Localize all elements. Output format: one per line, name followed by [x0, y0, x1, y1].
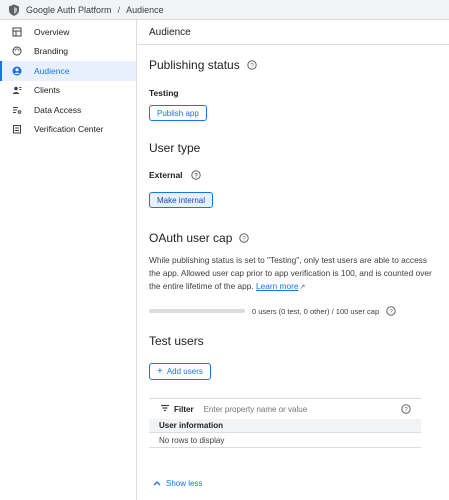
svg-text:?: ?	[404, 406, 408, 413]
help-icon[interactable]: ?	[239, 233, 250, 243]
breadcrumb-separator: /	[117, 4, 121, 15]
publishing-status-title: Publishing status	[149, 58, 240, 72]
test-users-heading: Test users	[149, 334, 204, 348]
user-type-heading: User type	[149, 141, 201, 155]
chevron-up-icon	[153, 481, 161, 486]
show-less-label: Show less	[166, 478, 203, 488]
publish-app-button[interactable]: Publish app	[149, 105, 207, 121]
user-cap-text: 0 users (0 test, 0 other) / 100 user cap	[252, 306, 380, 316]
add-users-label: Add users	[166, 367, 203, 376]
list-key-icon	[12, 105, 22, 115]
test-users-table: Filter ? User information No rows to dis…	[149, 398, 421, 448]
breadcrumb-app[interactable]: Google Auth Platform	[26, 5, 112, 15]
user-cap-progress	[149, 309, 245, 313]
svg-text:?: ?	[250, 62, 254, 69]
help-icon[interactable]: ?	[247, 60, 257, 70]
sidebar-item-overview[interactable]: Overview	[0, 22, 136, 42]
sidebar-item-data-access[interactable]: Data Access	[0, 100, 136, 120]
filter-label: Filter	[174, 404, 194, 414]
sidebar-item-label: Verification Center	[34, 124, 104, 135]
page-title: Audience	[138, 20, 449, 45]
make-internal-button[interactable]: Make internal	[149, 192, 214, 208]
oauth-cap-description: While publishing status is set to "Testi…	[149, 254, 439, 294]
plus-icon: +	[157, 366, 163, 377]
person-circle-icon	[12, 66, 22, 76]
sidebar-item-branding[interactable]: Branding	[0, 42, 136, 62]
sidebar: Overview Branding Audience Clients Data …	[0, 20, 137, 500]
sidebar-item-label: Branding	[34, 46, 69, 57]
show-less-link[interactable]: Show less	[152, 478, 202, 488]
sidebar-item-clients[interactable]: Clients	[0, 81, 136, 101]
sidebar-item-label: Overview	[34, 26, 70, 37]
sidebar-item-label: Clients	[34, 85, 60, 96]
svg-text:?: ?	[389, 308, 393, 315]
breadcrumb-current: Audience	[126, 4, 164, 15]
sidebar-item-label: Audience	[34, 65, 70, 76]
oauth-cap-heading: OAuth user cap ?	[149, 231, 250, 245]
user-cap-row: 0 users (0 test, 0 other) / 100 user cap…	[149, 305, 439, 317]
external-link-icon: ↗	[299, 284, 306, 291]
svg-text:?: ?	[194, 172, 198, 179]
shield-icon	[8, 4, 20, 16]
learn-more-link[interactable]: Learn more	[256, 281, 298, 291]
grid-icon	[12, 27, 22, 37]
top-bar: Google Auth Platform / Audience	[0, 0, 449, 20]
filter-bar: Filter ?	[149, 398, 421, 419]
palette-icon	[12, 46, 22, 56]
publishing-status-heading: Publishing status ?	[149, 58, 257, 72]
help-icon[interactable]: ?	[401, 404, 411, 414]
publishing-status-value: Testing	[149, 88, 179, 98]
column-header-user-information[interactable]: User information	[149, 419, 421, 433]
user-type-value: External	[149, 170, 183, 180]
sidebar-item-label: Data Access	[34, 104, 82, 115]
checklist-icon	[12, 124, 22, 134]
user-type-row: External ?	[149, 170, 201, 180]
empty-table-message: No rows to display	[149, 433, 421, 448]
filter-input[interactable]	[203, 404, 384, 414]
add-users-button[interactable]: + Add users	[149, 363, 211, 380]
help-icon[interactable]: ?	[190, 170, 201, 180]
svg-text:?: ?	[243, 235, 247, 242]
person-badge-icon	[12, 85, 22, 95]
filter-icon	[160, 403, 170, 415]
sidebar-item-verification-center[interactable]: Verification Center	[0, 120, 136, 140]
main-content: Audience Publishing status ? Testing Pub…	[138, 20, 449, 500]
help-icon[interactable]: ?	[386, 306, 396, 316]
oauth-cap-title: OAuth user cap	[149, 231, 233, 245]
sidebar-item-audience[interactable]: Audience	[0, 61, 136, 81]
